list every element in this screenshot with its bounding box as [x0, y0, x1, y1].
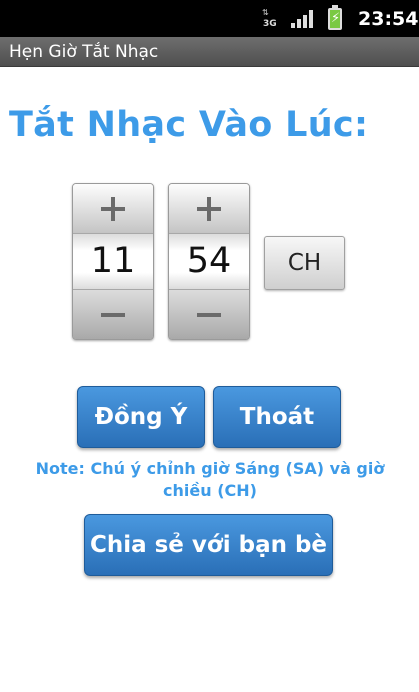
exit-button[interactable]: Thoát: [213, 386, 341, 448]
am-pm-toggle-button[interactable]: CH: [264, 236, 345, 290]
minute-value[interactable]: 54: [169, 234, 249, 289]
signal-strength-icon: [291, 10, 313, 28]
minus-icon: [101, 312, 125, 317]
network-type-label: 3G: [263, 19, 277, 29]
note-text: Note: Chú ý chỉnh giờ Sáng (SA) và giờ c…: [35, 459, 385, 500]
page-heading: Tắt Nhạc Vào Lúc:: [9, 105, 369, 145]
network-3g-icon: ⇅ 3G: [262, 8, 278, 30]
hour-increment-button[interactable]: [73, 184, 153, 234]
hour-value[interactable]: 11: [73, 234, 153, 289]
minute-spinner: 54: [168, 183, 250, 340]
share-button[interactable]: Chia sẻ với bạn bè: [84, 514, 333, 576]
minus-icon: [197, 312, 221, 317]
plus-icon: [197, 196, 221, 221]
status-time: 23:54: [358, 8, 419, 30]
hour-decrement-button[interactable]: [73, 289, 153, 339]
status-bar: ⇅ 3G ⚡ 23:54: [0, 0, 419, 37]
minute-increment-button[interactable]: [169, 184, 249, 234]
battery-charging-icon: ⚡: [328, 5, 342, 30]
hour-spinner: 11: [72, 183, 154, 340]
plus-icon: [101, 196, 125, 221]
minute-decrement-button[interactable]: [169, 289, 249, 339]
data-arrows-icon: ⇅: [262, 8, 269, 17]
title-bar: Hẹn Giờ Tắt Nhạc: [0, 37, 419, 67]
main-content: Tắt Nhạc Vào Lúc: 11 54 CH Đồng Ý Thoát …: [0, 67, 419, 692]
ok-button[interactable]: Đồng Ý: [77, 386, 205, 448]
app-title: Hẹn Giờ Tắt Nhạc: [9, 42, 159, 62]
